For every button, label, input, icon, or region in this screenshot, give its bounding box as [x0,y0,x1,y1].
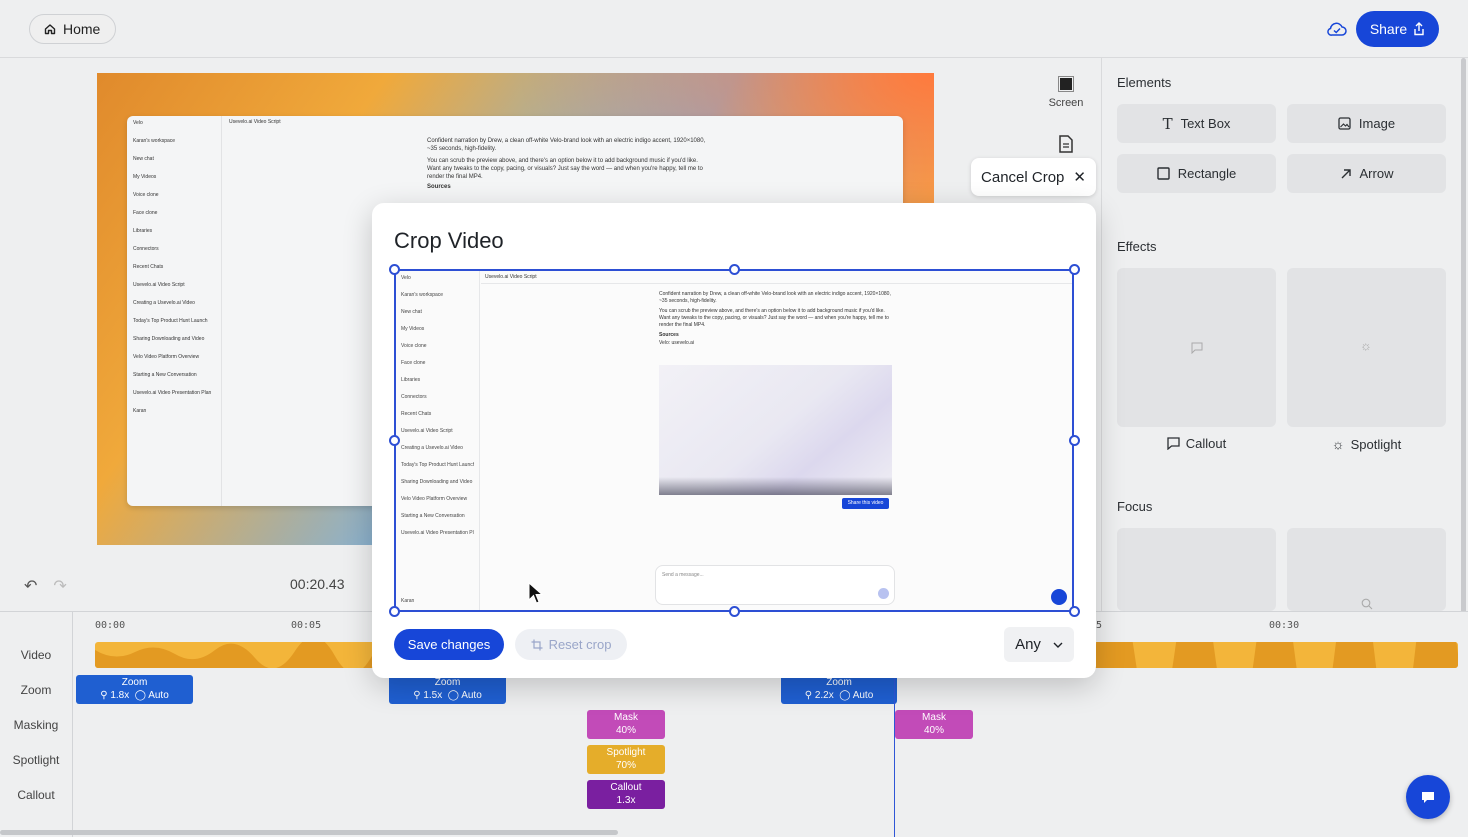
crop-handle-bottom-left[interactable] [389,606,400,617]
crop-preview-item: Creating a Usevelo.ai Video [401,445,463,451]
crop-preview-item: Voice clone [401,343,427,349]
crop-preview-item: Recent Chats [401,411,432,417]
crop-handle-right[interactable] [1069,435,1080,446]
crop-preview-workspace: Karan's workspace [401,292,444,298]
crop-preview-paragraph: You can scrub the preview above, and the… [659,308,889,328]
crop-preview-sidebar: Velo Karan's workspace New chat My Video… [396,271,480,610]
reset-crop-label: Reset crop [548,637,612,652]
close-icon: ✕ [1073,169,1086,186]
crop-preview-item: Today's Top Product Hunt Launch [401,462,474,468]
crop-preview-item: Libraries [401,377,421,383]
dialog-title: Crop Video [394,228,504,253]
crop-preview-user: Karan [401,598,415,604]
crop-preview-item: Sharing Downloading and Video [401,479,473,485]
crop-region[interactable]: Velo Karan's workspace New chat My Video… [394,269,1074,612]
crop-icon [531,639,543,650]
crop-preview-item: Starting a New Conversation [401,513,465,519]
crop-handle-top-left[interactable] [389,264,400,275]
crop-preview-item: Face clone [401,360,426,366]
crop-handle-top-right[interactable] [1069,264,1080,275]
crop-preview-composer: Send a message... [655,565,895,605]
chevron-down-icon [1053,642,1063,648]
crop-handle-bottom[interactable] [729,606,740,617]
crop-video-dialog: Crop Video Velo Karan's workspace New ch… [372,203,1096,678]
crop-preview-video [659,365,892,495]
cancel-crop-label: Cancel Crop [981,168,1065,186]
crop-preview-app-name: Velo [401,275,411,281]
cancel-crop-button[interactable]: Cancel Crop ✕ [971,158,1096,196]
crop-handle-left[interactable] [389,435,400,446]
crop-preview-item: My Videos [401,326,425,332]
crop-handle-bottom-right[interactable] [1069,606,1080,617]
crop-preview-item: New chat [401,309,422,315]
aspect-ratio-select[interactable]: Any [1004,627,1074,662]
save-changes-button[interactable]: Save changes [394,629,504,660]
crop-preview-item: Usevelo.ai Video Presentation Plan [401,530,474,536]
mouse-cursor-icon [528,582,544,604]
reset-crop-button[interactable]: Reset crop [515,629,627,660]
aspect-ratio-value: Any [1015,636,1041,653]
crop-preview-fab [1051,589,1067,605]
crop-preview-item: Connectors [401,394,427,400]
crop-preview-paragraph: Confident narration by Drew, a clean off… [659,291,891,304]
crop-preview-text: Confident narration by Drew, a clean off… [659,291,895,347]
crop-preview-item: Usevelo.ai Video Script [401,428,453,434]
send-icon [878,588,889,599]
crop-handle-top[interactable] [729,264,740,275]
crop-preview-source-item: Velo: usevelo.ai [659,340,695,346]
crop-preview-share-button: Share this video [842,498,889,509]
crop-preview-item: Velo Video Platform Overview [401,496,468,502]
crop-overlay: Cancel Crop ✕ Crop Video Velo Karan's wo… [0,0,1468,837]
crop-preview-sources: Sources [659,332,679,338]
video-controls-bar [659,477,892,495]
crop-preview-header: Usevelo.ai Video Script [481,271,1072,284]
